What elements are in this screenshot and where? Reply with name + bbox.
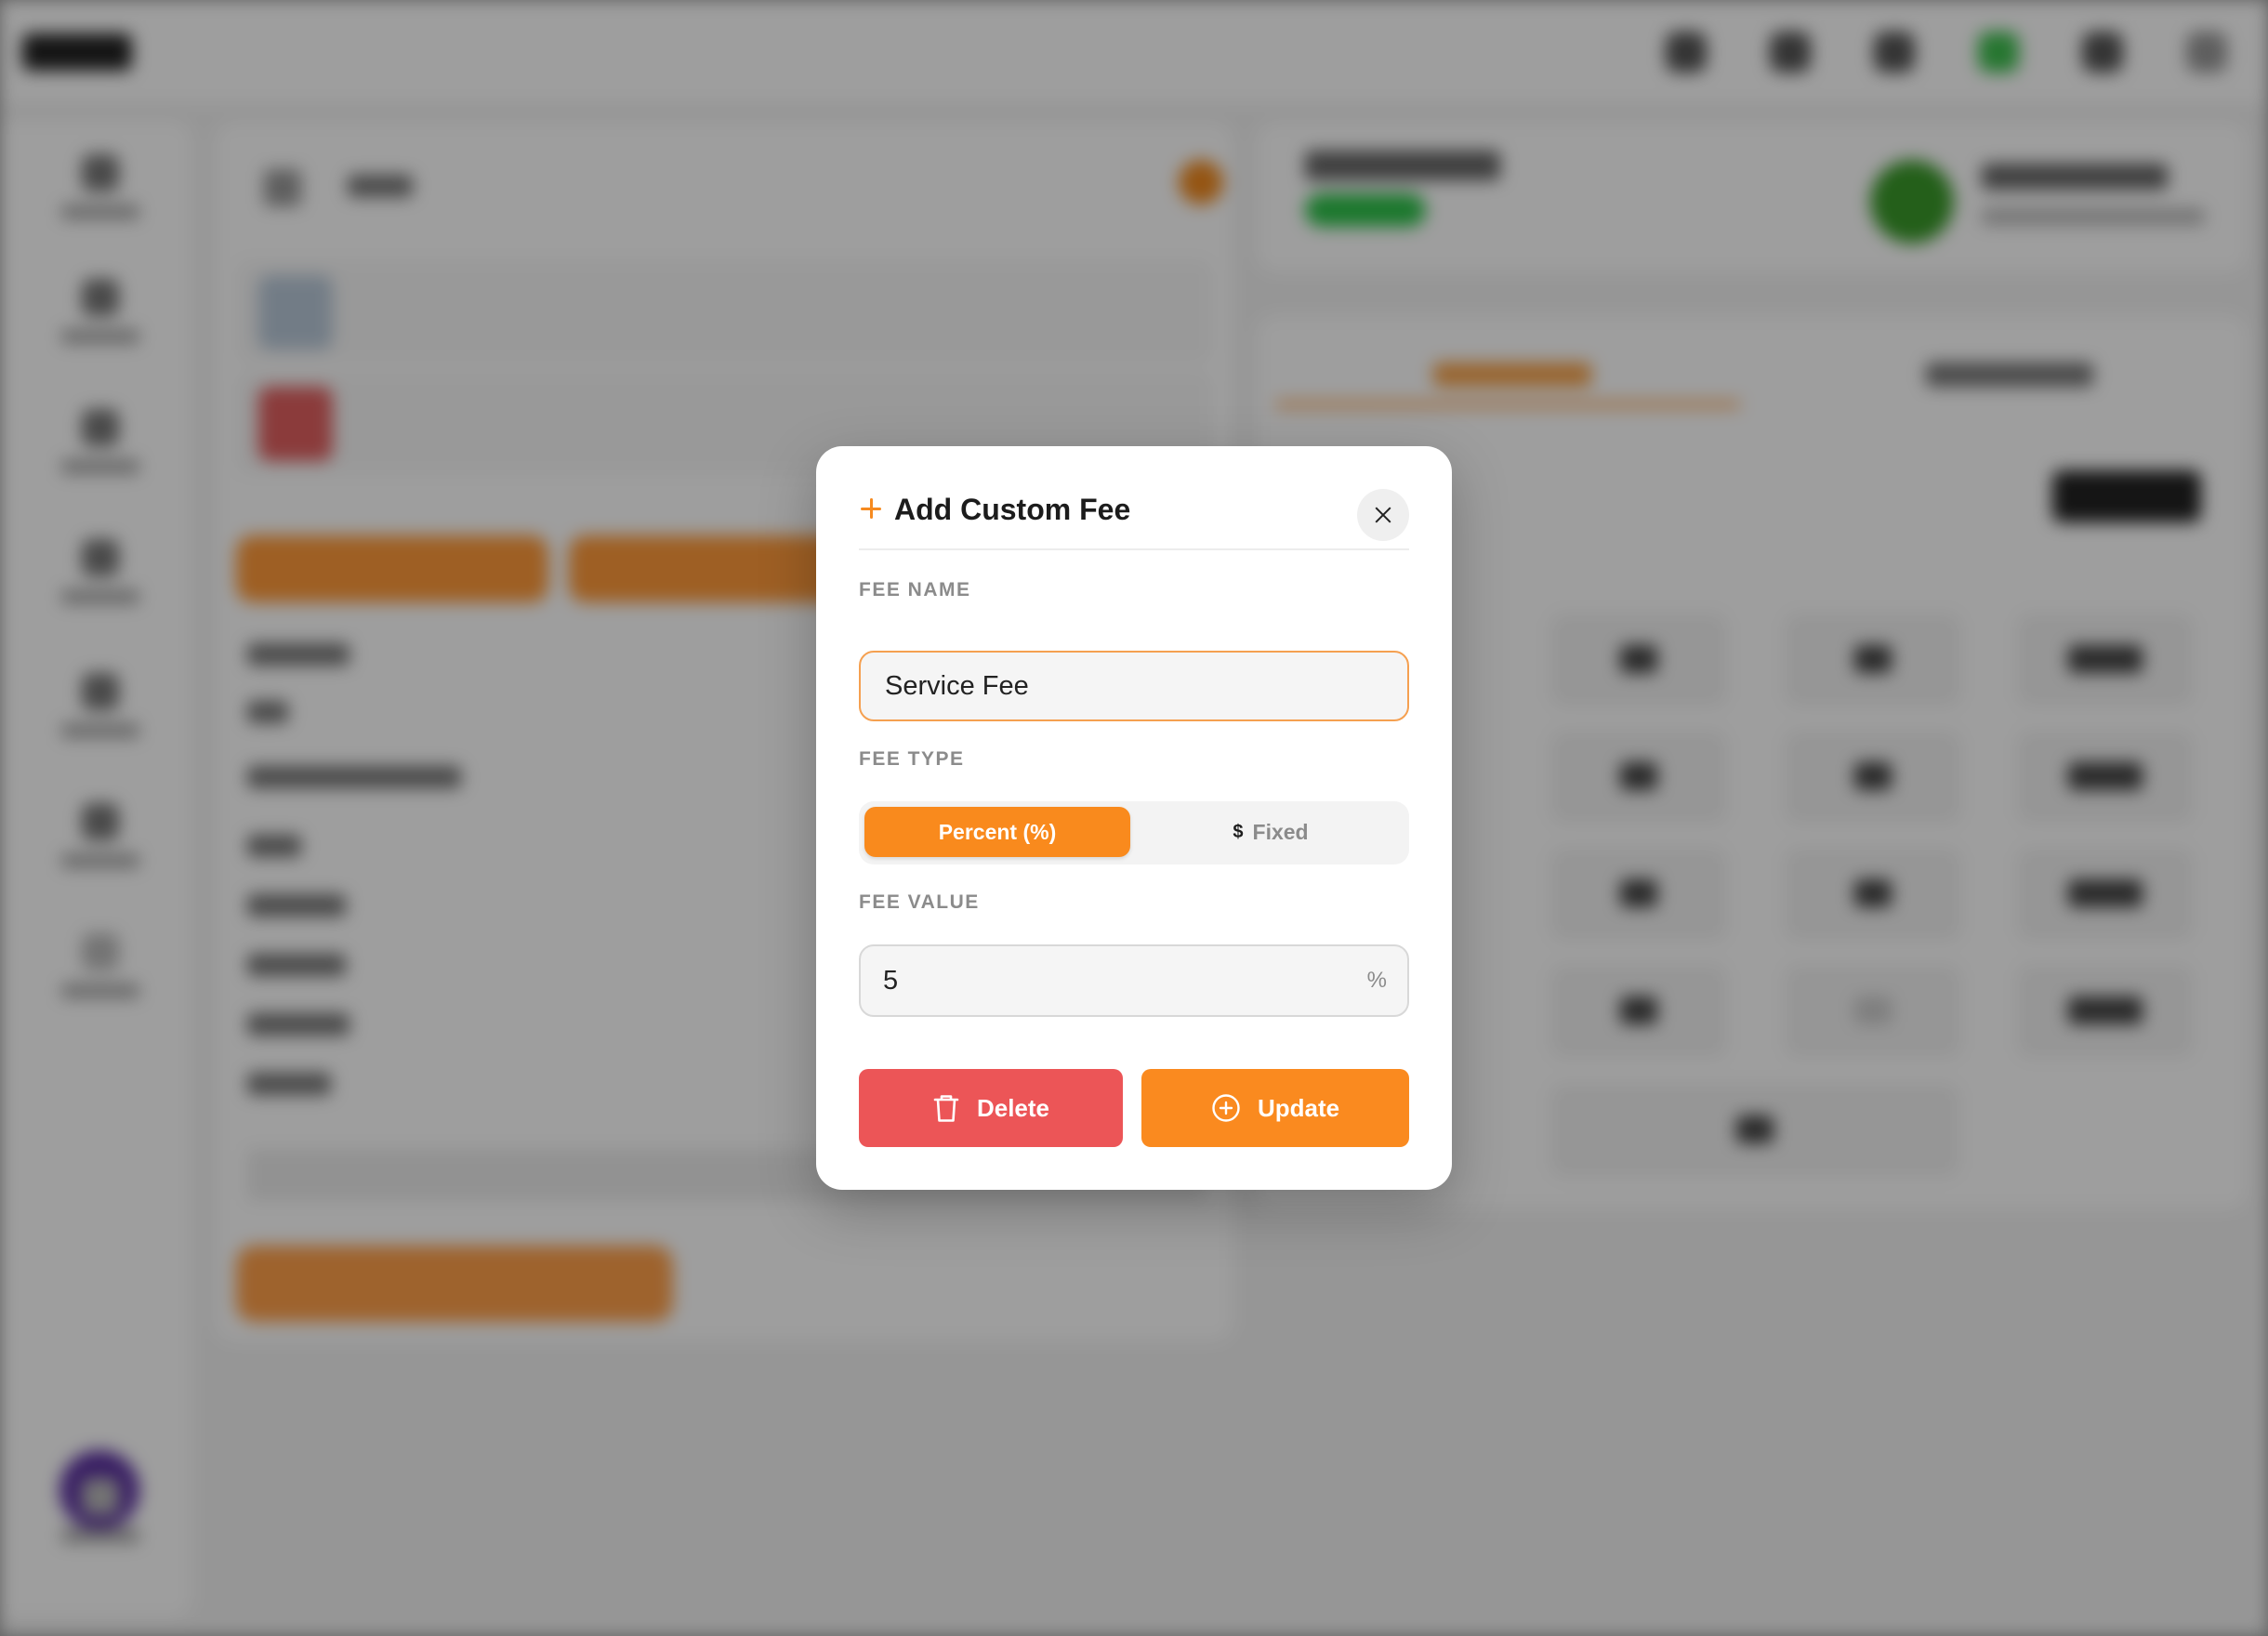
dialog-title: Add Custom Fee [894, 493, 1131, 526]
fee-type-percent-option[interactable]: Percent (%) [864, 807, 1130, 857]
fee-value-label: FEE VALUE [859, 891, 980, 913]
trash-icon [933, 1095, 959, 1122]
update-button[interactable]: Update [1141, 1069, 1409, 1147]
fee-type-fixed-option[interactable]: $ Fixed [1138, 807, 1404, 857]
fee-value-input[interactable] [861, 946, 1344, 1015]
dollar-icon: $ [1233, 821, 1244, 842]
fee-type-toggle: Percent (%) $ Fixed [859, 801, 1409, 864]
plus-circle-icon [1212, 1094, 1240, 1122]
close-icon[interactable] [1357, 489, 1409, 541]
percent-suffix: % [1366, 968, 1387, 993]
delete-button-label: Delete [976, 1093, 1050, 1122]
add-custom-fee-dialog: Add Custom Fee FEE NAME FEE TYPE Percent… [816, 446, 1452, 1190]
fee-type-fixed-label: Fixed [1252, 819, 1309, 844]
fee-type-label: FEE TYPE [859, 748, 965, 770]
fee-name-input[interactable] [859, 651, 1409, 721]
delete-button[interactable]: Delete [859, 1069, 1123, 1147]
fee-type-percent-label: Percent (%) [938, 819, 1057, 844]
fee-value-field: % [859, 944, 1409, 1017]
fee-name-label: FEE NAME [859, 579, 971, 600]
update-button-label: Update [1257, 1093, 1340, 1122]
plus-icon [861, 498, 881, 519]
dialog-header: Add Custom Fee [859, 489, 1409, 550]
